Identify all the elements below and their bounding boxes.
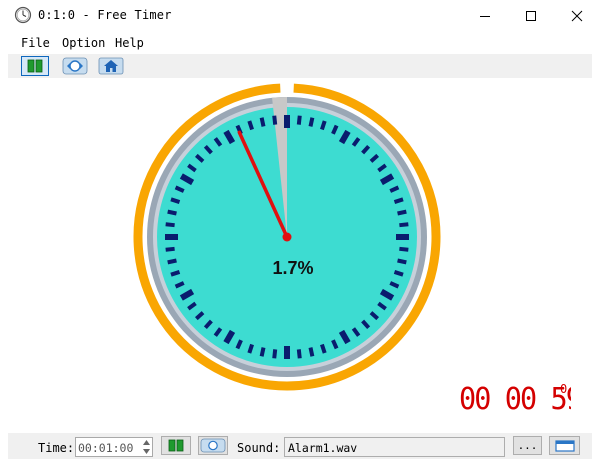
- time-value[interactable]: 00:01:00: [78, 441, 133, 455]
- time-increment-button[interactable]: [140, 438, 152, 447]
- status-bar: Time: 00:01:00 Sound: Alarm1.wav ...: [8, 433, 592, 459]
- pause-button[interactable]: [21, 56, 49, 76]
- sound-label: Sound:: [237, 441, 281, 455]
- reset-icon: [62, 57, 88, 75]
- home-button[interactable]: [97, 56, 125, 76]
- menu-file[interactable]: File: [21, 36, 50, 50]
- title-bar: 0:1:0 - Free Timer: [0, 0, 600, 31]
- countdown-display: 00 00 59 0: [459, 381, 571, 415]
- sound-value[interactable]: Alarm1.wav: [288, 441, 357, 455]
- maximize-icon: [526, 10, 536, 21]
- major-tick: [165, 234, 178, 240]
- percent-label: 1.7%: [272, 258, 313, 278]
- status-reset-button[interactable]: [198, 436, 228, 455]
- toolbar: [8, 54, 592, 78]
- time-label: Time:: [38, 441, 75, 455]
- window-title: 0:1:0 - Free Timer: [38, 8, 172, 22]
- status-pause-button[interactable]: [161, 436, 191, 455]
- minimize-button[interactable]: [462, 0, 508, 31]
- progress-clock: 1.7%: [133, 83, 441, 391]
- close-button[interactable]: [554, 0, 600, 31]
- window-icon: [554, 439, 575, 452]
- countdown-tenths: 0: [560, 382, 567, 396]
- pause-icon: [168, 439, 184, 452]
- maximize-button[interactable]: [508, 0, 554, 31]
- sound-input[interactable]: Alarm1.wav: [284, 437, 505, 457]
- browse-sound-button[interactable]: ...: [513, 436, 542, 455]
- home-icon: [98, 57, 124, 75]
- menu-option[interactable]: Option: [62, 36, 105, 50]
- minimize-icon: [480, 15, 490, 17]
- major-tick: [396, 234, 409, 240]
- major-tick: [284, 346, 290, 359]
- reset-button[interactable]: [61, 56, 89, 76]
- menu-help[interactable]: Help: [115, 36, 144, 50]
- reset-icon: [200, 438, 226, 453]
- spin-down-icon: [142, 449, 150, 454]
- time-input[interactable]: 00:01:00: [75, 437, 153, 457]
- time-decrement-button[interactable]: [140, 447, 152, 456]
- hand-pivot: [282, 232, 292, 242]
- countdown-digits: 00 00 59: [459, 381, 571, 415]
- pause-icon: [27, 59, 43, 73]
- spin-up-icon: [142, 440, 150, 445]
- close-icon: [571, 10, 583, 21]
- major-tick: [284, 115, 290, 128]
- clock-app-icon: [14, 6, 32, 24]
- compact-view-button[interactable]: [549, 436, 580, 455]
